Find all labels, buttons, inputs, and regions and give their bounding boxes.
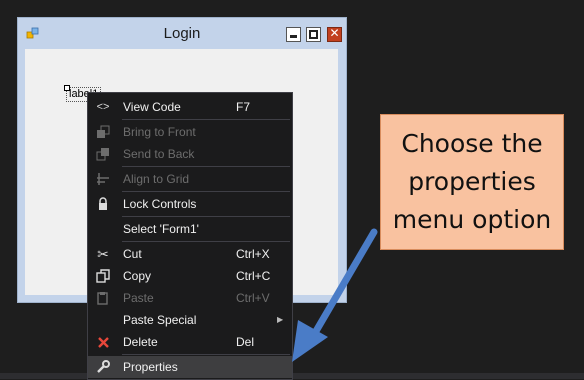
- lock-icon: [95, 193, 111, 215]
- paste-icon: [95, 287, 111, 309]
- menu-separator: [122, 241, 290, 242]
- menu-item-view-code[interactable]: <> View Code F7: [88, 96, 292, 118]
- menu-item-label: Paste: [123, 291, 154, 305]
- menu-separator: [122, 191, 290, 192]
- menu-item-copy[interactable]: Copy Ctrl+C: [88, 265, 292, 287]
- close-icon: ✕: [329, 26, 340, 40]
- copy-icon: [95, 265, 111, 287]
- close-button[interactable]: ✕: [327, 26, 342, 42]
- menu-item-shortcut: F7: [236, 100, 251, 114]
- menu-item-label: Lock Controls: [123, 197, 197, 211]
- callout-line: Choose the: [401, 129, 543, 158]
- maximize-button[interactable]: [306, 27, 321, 42]
- menu-item-delete[interactable]: Delete Del: [88, 331, 292, 353]
- callout-line: menu option: [392, 205, 552, 234]
- callout-line: properties: [408, 167, 536, 196]
- menu-item-label: Copy: [123, 269, 152, 283]
- menu-item-label: Delete: [123, 335, 158, 349]
- send-to-back-icon: [95, 143, 111, 165]
- menu-item-shortcut: Del: [236, 335, 255, 349]
- context-menu: <> View Code F7 Bring to Front Send to B…: [87, 92, 293, 380]
- menu-separator: [122, 119, 290, 120]
- menu-separator: [122, 216, 290, 217]
- delete-icon: [95, 331, 111, 353]
- callout-text: Choose the properties menu option: [381, 125, 563, 239]
- menu-item-lock-controls[interactable]: Lock Controls: [88, 193, 292, 215]
- menu-item-label: Send to Back: [123, 147, 195, 161]
- menu-item-label: Align to Grid: [123, 172, 190, 186]
- bring-to-front-icon: [95, 121, 111, 143]
- menu-item-label: Properties: [123, 360, 178, 374]
- minimize-button[interactable]: [286, 27, 301, 42]
- menu-item-properties[interactable]: Properties: [88, 356, 292, 378]
- menu-item-shortcut: Ctrl+X: [236, 247, 270, 261]
- menu-item-cut[interactable]: ✂ Cut Ctrl+X: [88, 243, 292, 265]
- menu-item-label: Select 'Form1': [123, 222, 199, 236]
- form-titlebar[interactable]: Login ✕: [18, 18, 346, 48]
- menu-item-paste-special[interactable]: Paste Special ▶: [88, 309, 292, 331]
- menu-item-label: Bring to Front: [123, 125, 196, 139]
- menu-item-label: Cut: [123, 247, 142, 261]
- selection-handle[interactable]: [64, 85, 70, 91]
- menu-item-shortcut: Ctrl+V: [236, 291, 270, 305]
- maximize-icon: [309, 30, 318, 39]
- menu-item-shortcut: Ctrl+C: [236, 269, 271, 283]
- submenu-arrow-icon: ▶: [277, 315, 284, 324]
- menu-separator: [122, 166, 290, 167]
- wrench-icon: [95, 356, 111, 378]
- code-icon: <>: [96, 101, 110, 113]
- menu-separator: [122, 354, 290, 355]
- scissors-icon: ✂: [97, 246, 109, 262]
- menu-item-bring-to-front[interactable]: Bring to Front: [88, 121, 292, 143]
- menu-item-send-to-back[interactable]: Send to Back: [88, 143, 292, 165]
- minimize-icon: [290, 35, 297, 38]
- callout-note: Choose the properties menu option: [380, 114, 564, 250]
- menu-item-select-form1[interactable]: Select 'Form1': [88, 218, 292, 240]
- align-to-grid-icon: [95, 168, 111, 190]
- menu-item-align-to-grid[interactable]: Align to Grid: [88, 168, 292, 190]
- menu-item-label: Paste Special: [123, 313, 197, 327]
- menu-item-label: View Code: [123, 100, 181, 114]
- menu-item-paste[interactable]: Paste Ctrl+V: [88, 287, 292, 309]
